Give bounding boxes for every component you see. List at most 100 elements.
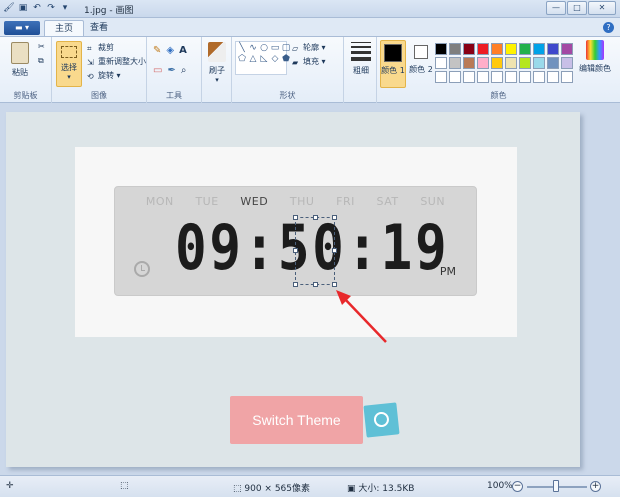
color-swatch[interactable]: [561, 71, 573, 83]
status-bar: ✛ ⬚ ⬚ 900 × 565像素 ▣ 大小: 13.5KB 100% − +: [0, 475, 620, 497]
size-group: 粗细: [344, 37, 377, 103]
rotate-button[interactable]: ⟲ 旋转 ▾: [87, 70, 121, 81]
color-swatch[interactable]: [491, 57, 503, 69]
color-swatch[interactable]: [463, 43, 475, 55]
edit-colors-label: 编辑颜色: [579, 64, 611, 73]
color2-button[interactable]: 颜色 2: [409, 40, 433, 88]
fill-button[interactable]: ▰ 填充 ▾: [292, 56, 326, 67]
rectangle-shape-icon[interactable]: ▭: [270, 43, 280, 53]
color-swatch[interactable]: [519, 71, 531, 83]
resize-handle[interactable]: [313, 215, 318, 220]
switch-theme-button: Switch Theme: [230, 396, 363, 444]
brushes-button[interactable]: 刷子 ▾: [204, 42, 230, 84]
color-swatch[interactable]: [533, 71, 545, 83]
oval-shape-icon[interactable]: ○: [259, 43, 269, 53]
zoom-slider-thumb[interactable]: [553, 480, 559, 492]
fill-bucket-icon[interactable]: ◈: [166, 45, 179, 56]
color-swatch[interactable]: [449, 71, 461, 83]
drawing-canvas[interactable]: MON TUE WED THU FRI SAT SUN 09:50:19 PM Switch…: [6, 112, 580, 467]
polygon-shape-icon[interactable]: ⬠: [237, 54, 247, 64]
color-swatch[interactable]: [533, 57, 545, 69]
eraser-icon[interactable]: ▭: [153, 65, 167, 76]
right-triangle-shape-icon[interactable]: ◺: [259, 54, 269, 64]
resize-button[interactable]: ⇲ 重新调整大小: [87, 56, 146, 67]
ribbon-tabs: ▬ ▾ 主页 查看 ?: [0, 18, 620, 37]
color-swatch[interactable]: [505, 43, 517, 55]
color-swatch[interactable]: [505, 57, 517, 69]
crop-button[interactable]: ⌗ 裁剪: [87, 42, 114, 53]
color-swatch[interactable]: [463, 71, 475, 83]
clipboard-icon: [11, 42, 29, 64]
resize-handle[interactable]: [293, 215, 298, 220]
pentagon-shape-icon[interactable]: ⬟: [281, 54, 291, 64]
cut-icon[interactable]: ✂: [38, 42, 45, 51]
resize-handle[interactable]: [332, 215, 337, 220]
paste-button[interactable]: 粘贴: [6, 42, 34, 78]
triangle-shape-icon[interactable]: △: [248, 54, 258, 64]
color-picker-icon[interactable]: ✒: [167, 65, 180, 76]
color-swatch[interactable]: [449, 57, 461, 69]
color1-button[interactable]: 颜色 1: [380, 40, 406, 88]
text-icon[interactable]: A: [179, 45, 192, 56]
tab-view[interactable]: 查看: [80, 20, 118, 37]
file-menu-button[interactable]: ▬ ▾: [4, 21, 40, 35]
selection-rectangle[interactable]: [293, 215, 337, 287]
save-icon[interactable]: ▣: [17, 2, 29, 14]
resize-handle[interactable]: [293, 248, 298, 253]
resize-handle[interactable]: [332, 248, 337, 253]
line-shape-icon[interactable]: ╲: [237, 43, 247, 53]
color-swatch[interactable]: [477, 71, 489, 83]
shapes-gallery[interactable]: ╲ ∿ ○ ▭ ▢ ⬠ △ ◺ ◇ ⬟: [235, 41, 290, 75]
color-swatch[interactable]: [463, 57, 475, 69]
color-swatch[interactable]: [533, 43, 545, 55]
color-swatch[interactable]: [561, 57, 573, 69]
zoom-out-button[interactable]: −: [512, 481, 523, 492]
color-swatch[interactable]: [491, 43, 503, 55]
rotate-label: 旋转: [98, 71, 114, 80]
color-swatch[interactable]: [435, 43, 447, 55]
size-button[interactable]: 粗细: [348, 42, 374, 76]
color-swatch[interactable]: [435, 71, 447, 83]
outline-icon: ▱: [292, 44, 299, 53]
customize-chevron-icon[interactable]: ▾: [59, 2, 71, 14]
redo-icon[interactable]: ↷: [45, 2, 57, 14]
rotate-icon: ⟲: [87, 72, 94, 81]
minimize-button[interactable]: —: [546, 1, 566, 15]
color-swatch[interactable]: [519, 57, 531, 69]
pencil-icon[interactable]: ✎: [153, 45, 166, 56]
diamond-shape-icon[interactable]: ◇: [270, 54, 280, 64]
edit-colors-button[interactable]: 编辑颜色: [575, 40, 615, 74]
color-swatch[interactable]: [547, 57, 559, 69]
magnifier-icon[interactable]: ⌕: [181, 65, 192, 76]
maximize-button[interactable]: □: [567, 1, 587, 15]
paste-label: 粘贴: [12, 68, 28, 77]
title-bar: 🖌 ▣ ↶ ↷ ▾ 1.jpg - 画图 — □ ✕: [0, 0, 620, 18]
resize-handle[interactable]: [313, 282, 318, 287]
select-button[interactable]: 选择 ▾: [56, 41, 82, 87]
annotation-arrow: [336, 290, 387, 343]
color-swatch[interactable]: [449, 43, 461, 55]
curve-shape-icon[interactable]: ∿: [248, 43, 258, 53]
clipboard-group: 粘贴 ✂ ⧉ 剪贴板: [0, 37, 52, 103]
resize-handle[interactable]: [293, 282, 298, 287]
rounded-rect-shape-icon[interactable]: ▢: [281, 43, 291, 53]
undo-icon[interactable]: ↶: [31, 2, 43, 14]
zoom-in-button[interactable]: +: [590, 481, 601, 492]
ampm-indicator: PM: [439, 265, 456, 278]
help-icon[interactable]: ?: [603, 22, 614, 33]
color-swatch[interactable]: [505, 71, 517, 83]
color-swatch[interactable]: [491, 71, 503, 83]
close-button[interactable]: ✕: [588, 1, 616, 15]
line-width-icon: [351, 42, 371, 61]
color-swatch[interactable]: [477, 57, 489, 69]
outline-button[interactable]: ▱ 轮廓 ▾: [292, 42, 326, 53]
tab-home[interactable]: 主页: [44, 20, 85, 37]
copy-icon[interactable]: ⧉: [38, 56, 44, 66]
color-swatch[interactable]: [561, 43, 573, 55]
color-swatch[interactable]: [547, 71, 559, 83]
color-swatch[interactable]: [477, 43, 489, 55]
color-swatch[interactable]: [435, 57, 447, 69]
color-swatch[interactable]: [519, 43, 531, 55]
color-swatch[interactable]: [547, 43, 559, 55]
clipboard-group-label: 剪贴板: [13, 91, 38, 100]
